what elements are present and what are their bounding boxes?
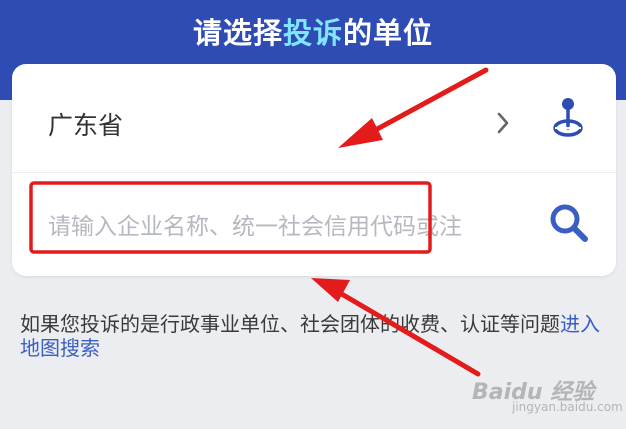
title-part-1: 请选择 <box>192 16 283 50</box>
search-row <box>12 173 616 276</box>
selection-card: 广东省 <box>12 64 616 276</box>
title-highlight: 投诉 <box>282 16 343 50</box>
watermark-url: jingyan.baidu.com <box>512 400 623 414</box>
province-selector[interactable]: 广东省 <box>12 64 616 173</box>
chevron-right-icon <box>497 112 509 134</box>
hint-body: 如果您投诉的是行政事业单位、社会团体的收费、认证等问题 <box>20 312 560 336</box>
title-part-2: 的单位 <box>343 16 434 50</box>
hint-text: 如果您投诉的是行政事业单位、社会团体的收费、认证等问题进入地图搜索 <box>20 312 610 360</box>
search-icon[interactable] <box>547 201 591 245</box>
province-label: 广东省 <box>48 111 124 140</box>
location-pin-icon[interactable] <box>550 96 586 140</box>
search-input[interactable] <box>48 207 528 247</box>
page-title: 请选择投诉的单位 <box>0 10 626 52</box>
